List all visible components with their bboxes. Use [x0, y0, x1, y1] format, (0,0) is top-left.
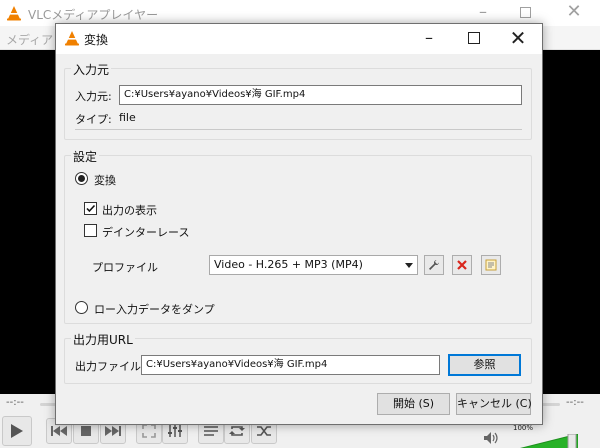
main-close-button[interactable]: ✕ — [564, 1, 584, 23]
fullscreen-icon — [142, 424, 156, 438]
main-window-title: VLCメディアプレイヤー — [28, 8, 159, 22]
dialog-maximize-button[interactable] — [468, 32, 480, 44]
main-maximize-button[interactable] — [520, 7, 531, 18]
volume-percent: 100% — [513, 424, 534, 432]
profile-dropdown-value: Video - H.265 + MP3 (MP4) — [214, 258, 363, 271]
source-path-field[interactable]: C:¥Users¥ayano¥Videos¥海 GIF.mp4 — [119, 85, 522, 105]
type-value: file — [119, 111, 136, 124]
stop-icon — [81, 426, 91, 436]
vlc-cone-icon — [64, 30, 80, 49]
delete-profile-button[interactable] — [452, 255, 472, 275]
deinterlace-label[interactable]: デインターレース — [102, 224, 189, 240]
source-divider — [75, 129, 522, 130]
raw-dump-radio[interactable] — [75, 301, 88, 314]
deinterlace-checkbox[interactable] — [84, 224, 97, 237]
source-label: 入力元: — [75, 90, 112, 103]
convert-radio-label[interactable]: 変換 — [94, 172, 116, 188]
delete-icon — [457, 260, 467, 270]
next-icon — [105, 426, 121, 436]
elapsed-time: --:-- — [6, 397, 24, 408]
wrench-icon — [429, 260, 439, 270]
dialog-close-button[interactable]: ✕ — [507, 26, 529, 50]
vlc-cone-icon — [6, 5, 22, 24]
new-profile-icon — [485, 259, 497, 271]
play-icon — [11, 424, 23, 438]
show-output-label[interactable]: 出力の表示 — [102, 202, 157, 218]
output-group-title: 出力用URL — [71, 331, 135, 348]
main-minimize-button[interactable]: – — [476, 2, 490, 22]
dialog-title: 変換 — [84, 33, 109, 47]
chevron-down-icon — [405, 263, 413, 268]
browse-button[interactable]: 参照 — [448, 354, 521, 376]
raw-dump-label[interactable]: ロー入力データをダンプ — [94, 301, 215, 317]
output-file-field[interactable]: C:¥Users¥ayano¥Videos¥海 GIF.mp4 — [141, 355, 440, 375]
show-output-checkbox[interactable] — [84, 202, 97, 215]
previous-icon — [51, 426, 67, 436]
total-time: --:-- — [566, 397, 584, 408]
loop-icon — [229, 426, 245, 436]
volume-slider[interactable] — [506, 434, 578, 448]
play-button[interactable] — [2, 416, 32, 446]
playlist-icon — [204, 426, 218, 436]
convert-radio[interactable] — [75, 172, 88, 185]
profile-dropdown[interactable]: Video - H.265 + MP3 (MP4) — [209, 255, 418, 275]
start-button[interactable]: 開始 (S) — [377, 393, 450, 415]
new-profile-button[interactable] — [481, 255, 501, 275]
equalizer-icon — [168, 425, 182, 437]
dialog-titlebar: 変換 – ✕ — [56, 24, 542, 54]
speaker-icon[interactable] — [484, 432, 498, 447]
shuffle-icon — [257, 426, 271, 436]
cancel-button[interactable]: キャンセル (C) — [456, 393, 532, 415]
settings-group-title: 設定 — [71, 148, 100, 165]
edit-profile-button[interactable] — [424, 255, 444, 275]
profile-label: プロファイル — [92, 261, 158, 274]
checkmark-icon — [86, 204, 96, 213]
source-group-title: 入力元 — [71, 61, 112, 78]
output-file-label: 出力ファイル: — [75, 360, 145, 373]
convert-dialog: 変換 – ✕ 入力元 入力元: C:¥Users¥ayano¥Videos¥海 … — [55, 23, 543, 425]
dialog-minimize-button[interactable]: – — [420, 28, 438, 48]
type-label: タイプ: — [75, 113, 112, 126]
